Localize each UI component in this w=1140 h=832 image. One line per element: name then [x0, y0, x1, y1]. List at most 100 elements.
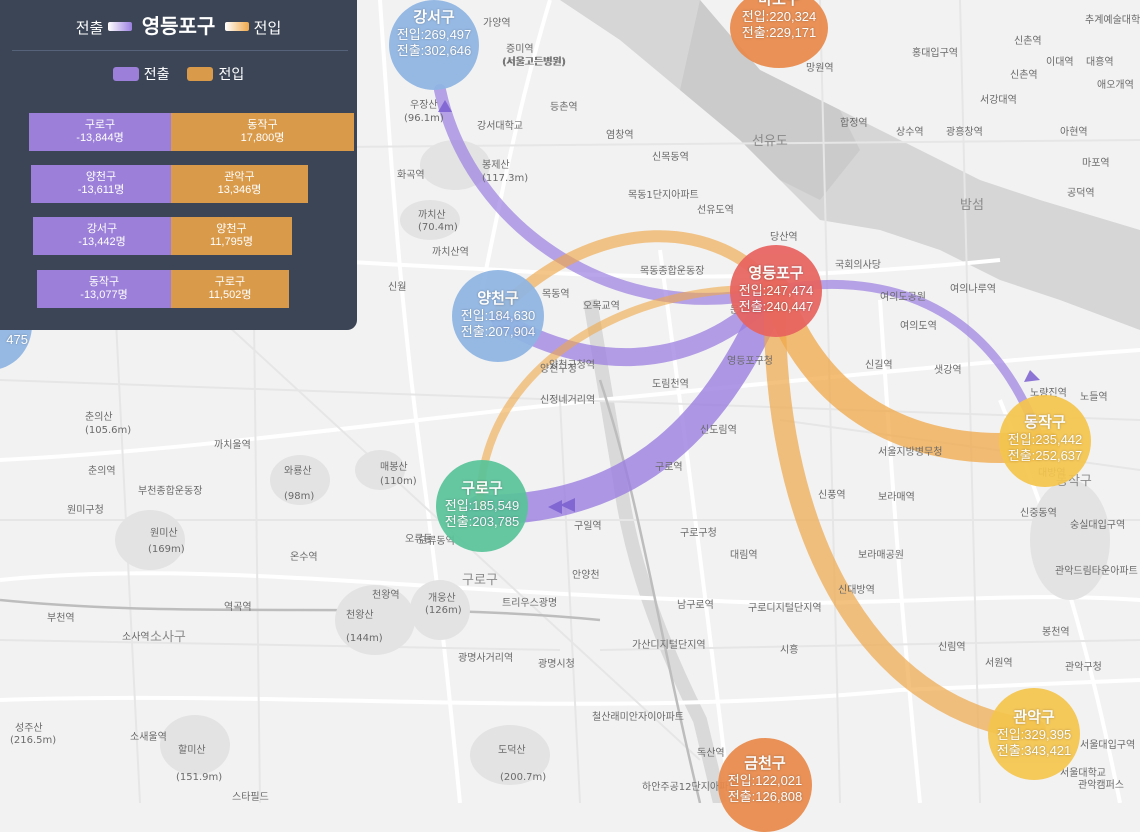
place-label: 영등포구청 [727, 356, 773, 367]
place-label: 광명사거리역 [458, 653, 514, 664]
hub-guro[interactable]: 구로구 전입:185,549 전출:203,785 [436, 460, 528, 552]
bar-out-row-2[interactable]: 양천구 -13,611명 [31, 165, 171, 203]
hub-out: 전출:229,171 [741, 25, 817, 40]
bar-out-row-4[interactable]: 동작구 -13,077명 [37, 270, 171, 308]
place-label: 부천종합운동장 [138, 486, 203, 497]
bar-out-row-1[interactable]: 구로구 -13,844명 [29, 113, 171, 151]
place-label: (70.4m) [418, 222, 458, 233]
place-label: 신촌역 [1014, 36, 1042, 47]
place-label: 춘의산 [85, 412, 113, 423]
hub-out: 475 [6, 332, 28, 347]
place-label: (서울고든병원) [502, 57, 566, 68]
place-label: 샛강역 [934, 365, 962, 376]
place-label: 서울대학교 [1060, 768, 1106, 779]
place-label: 보라매공원 [858, 550, 904, 561]
hub-name: 금천구 [744, 755, 786, 772]
hub-in: 전입:185,549 [444, 498, 520, 513]
place-label: 원미구청 [67, 505, 104, 516]
title-out-label: 전출 [75, 20, 104, 37]
place-label: 서울지방병무청 [878, 447, 943, 458]
place-label: 목동역 [542, 289, 570, 300]
bar-out-row-3[interactable]: 강서구 -13,442명 [33, 217, 171, 255]
place-label: 신림역 [938, 642, 966, 653]
hub-name: 관악구 [1013, 709, 1055, 726]
bar-district: 관악구 [224, 171, 255, 183]
rail-lines [0, 379, 702, 803]
bar-in-row-2[interactable]: 관악구 13,346명 [171, 165, 308, 203]
hub-name: 구로구 [461, 480, 503, 497]
place-label: 증미역 [506, 44, 534, 55]
place-label: 오목교역 [583, 301, 620, 312]
place-label: 합정역 [840, 118, 868, 129]
hub-gwanak[interactable]: 관악구 전입:329,395 전출:343,421 [988, 688, 1080, 780]
hub-yeongdeungpo[interactable]: 영등포구 전입:247,474 전출:240,447 [730, 245, 822, 337]
bar-in-row-1[interactable]: 동작구 17,800명 [171, 113, 354, 151]
place-label: 봉천역 [1042, 627, 1070, 638]
place-label: 철산래미안자이아파트 [592, 712, 684, 723]
place-label: 관악구청 [1065, 662, 1102, 673]
legend-out-label: 전출 [143, 66, 170, 82]
place-label: 양천구청역 [549, 360, 595, 371]
bar-in-row-3[interactable]: 양천구 11,795명 [171, 217, 292, 255]
bar-district: 양천구 [216, 223, 247, 235]
place-label: 망원역 [806, 63, 834, 74]
place-label: 할미산 [178, 745, 206, 756]
panel-title: 전출 영등포구 전입 [0, 10, 357, 39]
place-label: 소새울역 [130, 732, 167, 743]
bar-district: 구로구 [84, 119, 116, 131]
place-label: 소사구 [150, 630, 186, 645]
place-label: 강서대학교 [477, 121, 523, 132]
place-label: 신정네거리역 [540, 395, 596, 406]
place-label: 아현역 [1060, 127, 1088, 138]
bar-value: -13,611명 [77, 184, 125, 196]
place-label: 신월 [388, 282, 407, 293]
place-label: (96.1m) [404, 113, 444, 124]
hub-name: 강서구 [413, 9, 455, 26]
place-label: 여의도역 [900, 321, 937, 332]
place-label: 가산디지털단지역 [632, 640, 706, 651]
place-label: 공덕역 [1067, 188, 1095, 199]
in-arrow-icon [225, 22, 250, 31]
hub-out: 전출:207,904 [460, 324, 536, 339]
place-label: 트리우스광명 [502, 598, 558, 609]
place-label: 구로디지털단지역 [748, 603, 822, 614]
place-label: 선유도 [752, 134, 788, 149]
hub-geumcheon[interactable]: 금천구 전입:122,021 전출:126,808 [718, 738, 812, 832]
place-label: 신도림역 [700, 425, 737, 436]
place-label: 까치울역 [214, 440, 251, 451]
place-label: 대흥역 [1086, 57, 1114, 68]
place-label: 소사역 [122, 632, 150, 643]
legend-in-swatch [187, 67, 214, 81]
place-label: (105.6m) [85, 425, 132, 436]
bar-value: -13,442명 [78, 236, 126, 248]
hub-out: 전출:252,637 [1007, 448, 1083, 463]
place-label: 밤섬 [960, 198, 984, 213]
hub-dongjak[interactable]: 동작구 전입:235,442 전출:252,637 [999, 395, 1091, 487]
place-label: 대림역 [730, 550, 758, 561]
flow-summary-panel: 전출 영등포구 전입 전출 전입 구로구 -13,844명 동작구 17,800명 … [0, 0, 357, 330]
place-label: 여의도공원 [880, 292, 926, 303]
place-label: (144m) [346, 633, 383, 644]
place-label: 숭실대입구역 [1070, 520, 1126, 531]
place-label: 등촌역 [550, 102, 578, 113]
legend-out-swatch [112, 67, 139, 81]
place-label: 봉제산 [482, 160, 510, 171]
place-label: 원미산 [150, 528, 178, 539]
place-label: 관악드림타운아파트 [1055, 566, 1138, 577]
out-arrow-icon [107, 22, 132, 31]
hub-name: 영등포구 [748, 265, 804, 282]
place-label: 천왕역 [372, 590, 400, 601]
place-label: 당산역 [770, 232, 798, 243]
bar-district: 동작구 [88, 276, 120, 288]
hub-in: 전입:122,021 [727, 773, 803, 788]
hub-yangcheon[interactable]: 양천구 전입:184,630 전출:207,904 [452, 270, 544, 362]
hub-gangseo[interactable]: 강서구 전입:269,497 전출:302,646 [389, 0, 479, 90]
hub-out: 전출:203,785 [444, 514, 520, 529]
place-label: 구로역 [655, 462, 683, 473]
bar-in-row-4[interactable]: 구로구 11,502명 [171, 270, 289, 308]
place-label: 까치산 [418, 210, 446, 221]
place-label: (117.3m) [482, 173, 529, 184]
place-label: (216.5m) [10, 735, 57, 746]
place-label: 신길역 [865, 360, 893, 371]
place-label: 구로구 [462, 573, 498, 588]
